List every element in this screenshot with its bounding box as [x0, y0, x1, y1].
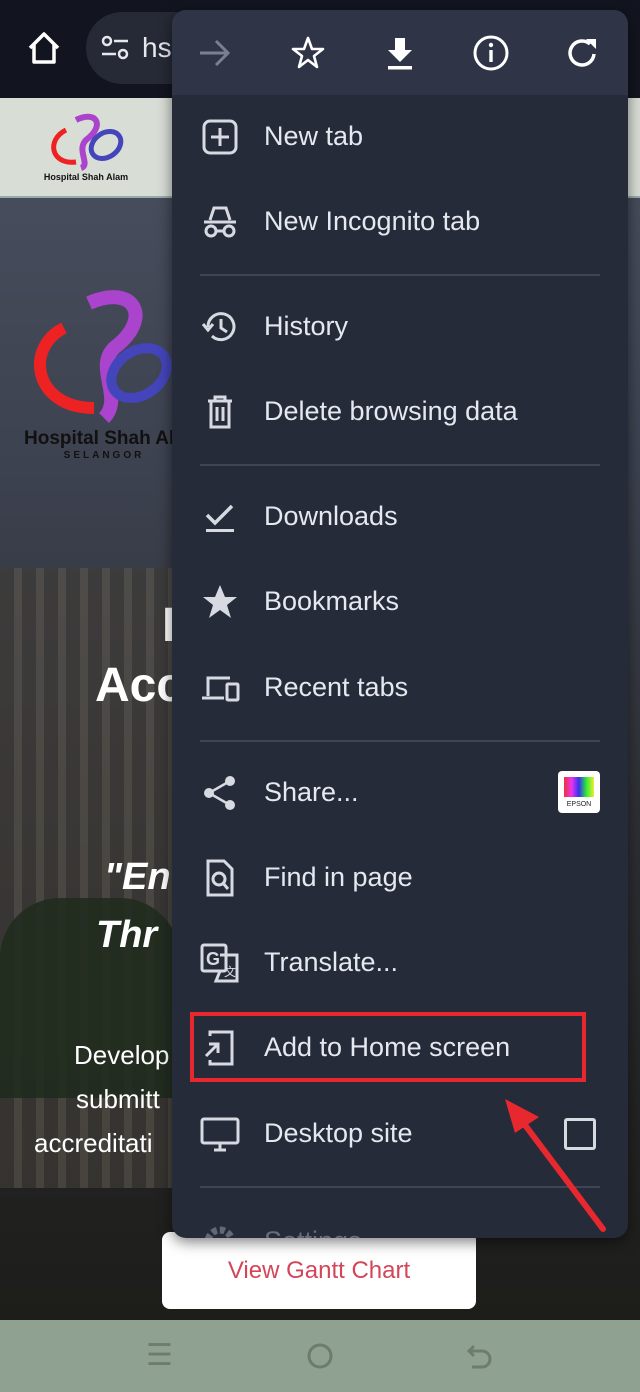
menu-item-delete-browsing-data[interactable]: Delete browsing data — [172, 370, 628, 455]
gear-icon — [205, 1226, 235, 1238]
menu-item-new-tab[interactable]: New tab — [172, 95, 628, 180]
menu-divider — [200, 464, 600, 466]
hero-quote-line1: "En — [104, 856, 171, 898]
home-icon[interactable] — [24, 28, 64, 68]
devices-icon — [202, 676, 240, 702]
refresh-icon[interactable] — [562, 32, 604, 74]
share-icon — [204, 776, 235, 810]
hospital-logo[interactable]: Hospital Shah Alam — [36, 110, 136, 182]
menu-item-bookmarks[interactable]: Bookmarks — [172, 560, 628, 645]
hero-desc-line2: submitt — [76, 1084, 160, 1114]
translate-icon: G文 — [200, 943, 239, 983]
svg-text:文: 文 — [224, 964, 236, 979]
new-tab-icon — [202, 119, 238, 155]
trash-icon — [208, 395, 232, 429]
highlight-box-annotation — [190, 1012, 586, 1082]
forward-icon[interactable] — [194, 32, 236, 74]
hero-desc-line3: accreditati — [34, 1128, 153, 1158]
menu-item-history[interactable]: History — [172, 285, 628, 370]
view-gantt-chart-button[interactable]: View Gantt Chart — [162, 1232, 476, 1309]
menu-divider — [200, 274, 600, 276]
menu-item-downloads[interactable]: Downloads — [172, 475, 628, 560]
menu-item-share[interactable]: Share... EPSON — [172, 751, 628, 836]
site-settings-icon[interactable] — [100, 34, 130, 62]
hero-quote-line2: Thr — [96, 914, 158, 956]
menu-item-translate[interactable]: G文 Translate... — [172, 921, 628, 1006]
star-icon — [203, 585, 237, 618]
history-icon — [201, 312, 236, 342]
system-nav-bar: ☰ — [0, 1320, 640, 1392]
menu-divider — [200, 740, 600, 742]
find-icon — [206, 859, 234, 897]
back-icon[interactable] — [466, 1342, 494, 1370]
hero-desc-line1: Develop — [74, 1040, 170, 1070]
menu-item-recent-tabs[interactable]: Recent tabs — [172, 646, 628, 731]
desktop-icon — [200, 1117, 240, 1152]
bookmark-star-icon[interactable] — [287, 32, 329, 74]
epson-share-app-icon[interactable]: EPSON — [558, 771, 600, 813]
hero-title-line2: Acc — [95, 659, 184, 712]
downloads-icon — [205, 504, 234, 532]
url-text: hs — [142, 32, 172, 63]
menu-item-find-in-page[interactable]: Find in page — [172, 836, 628, 921]
hero-logo: Hospital Shah Alam SELANGOR — [24, 288, 202, 461]
download-icon[interactable] — [379, 32, 421, 74]
red-arrow-annotation — [505, 1099, 606, 1232]
incognito-icon — [204, 206, 236, 238]
svg-text:G: G — [206, 949, 220, 969]
home-button-icon[interactable] — [306, 1342, 334, 1370]
info-icon[interactable] — [470, 32, 512, 74]
menu-item-new-incognito-tab[interactable]: New Incognito tab — [172, 180, 628, 265]
menu-toolbar — [172, 10, 628, 95]
recent-apps-icon[interactable]: ☰ — [146, 1338, 173, 1373]
